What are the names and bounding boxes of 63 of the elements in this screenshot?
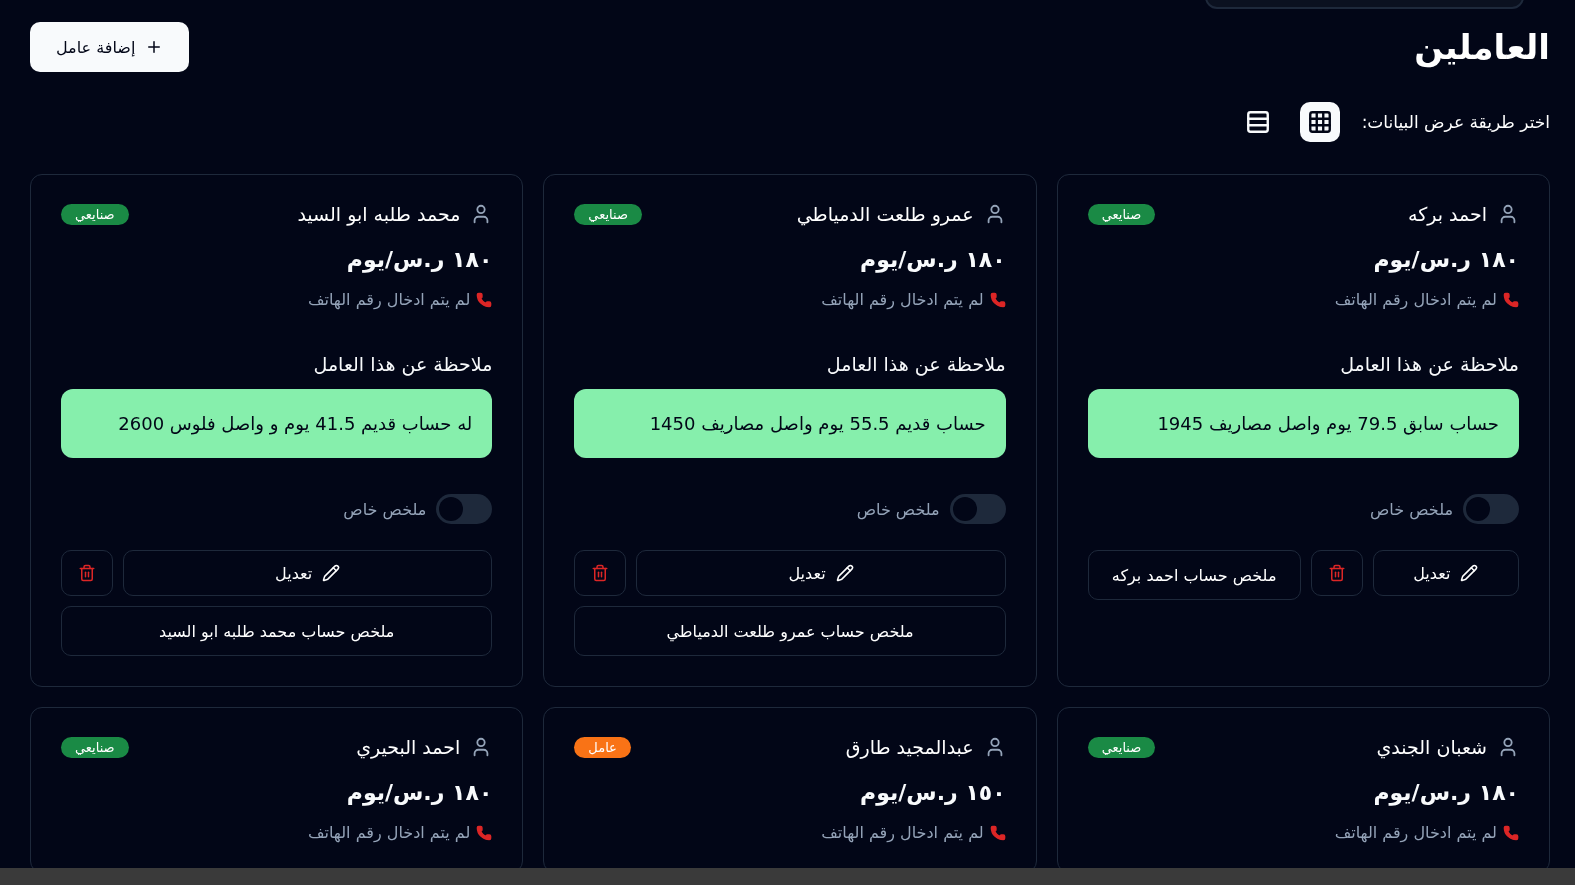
account-summary-button[interactable]: ملخص حساب احمد بركه	[1087, 550, 1301, 600]
worker-note: حساب قديم 55.5 يوم واصل مصاريف 1450	[574, 389, 1006, 458]
phone-icon	[476, 291, 493, 308]
phone-text: لم يتم ادخال رقم الهاتف	[1334, 823, 1497, 842]
summary-toggle[interactable]	[949, 494, 1006, 524]
trash-icon	[1327, 564, 1346, 582]
account-summary-button[interactable]: ملخص حساب محمد طلبه ابو السيد	[61, 606, 493, 656]
daily-wage: ١٨٠ ر.س/يوم	[1372, 247, 1519, 272]
worker-note: له حساب قديم 41.5 يوم و واصل فلوس 2600	[61, 389, 493, 458]
phone-icon	[1503, 291, 1519, 308]
daily-wage: ١٨٠ ر.س/يوم	[345, 780, 493, 805]
daily-wage: ١٨٠ ر.س/يوم	[345, 247, 493, 272]
pencil-icon	[835, 564, 854, 582]
phone-icon	[989, 291, 1006, 308]
note-title: ملاحظة عن هذا العامل	[312, 353, 493, 375]
edit-button[interactable]: تعديل	[636, 550, 1006, 596]
phone-icon	[989, 824, 1006, 841]
pencil-icon	[322, 564, 341, 582]
phone-text: لم يتم ادخال رقم الهاتف	[821, 290, 984, 309]
phone-text: لم يتم ادخال رقم الهاتف	[1334, 290, 1497, 309]
phone-text: لم يتم ادخال رقم الهاتف	[307, 290, 471, 309]
summary-toggle[interactable]	[1463, 494, 1519, 524]
role-tag: صنايعي	[1087, 203, 1156, 225]
worker-name: محمد طلبه ابو السيد	[297, 203, 461, 225]
role-tag: صنايعي	[61, 736, 129, 758]
delete-button[interactable]	[574, 550, 627, 596]
phone-icon	[476, 824, 493, 841]
worker-name: احمد البحيري	[356, 736, 461, 758]
edit-button[interactable]: تعديل	[123, 550, 493, 596]
trash-icon	[591, 564, 610, 582]
daily-wage: ١٥٠ ر.س/يوم	[859, 780, 1006, 805]
role-tag: صنايعي	[1087, 736, 1156, 758]
trash-icon	[78, 564, 96, 582]
delete-button[interactable]	[1310, 550, 1363, 596]
delete-button[interactable]	[61, 550, 113, 596]
summary-toggle[interactable]	[436, 494, 493, 524]
pencil-icon	[1460, 564, 1479, 582]
role-tag: عامل	[574, 736, 631, 758]
edit-button[interactable]: تعديل	[1372, 550, 1519, 596]
phone-icon	[1503, 824, 1519, 841]
worker-name: شعبان الجندي	[1376, 736, 1487, 758]
toggle-label: ملخص خاص	[856, 499, 940, 519]
list-icon	[1244, 109, 1271, 135]
daily-wage: ١٨٠ ر.س/يوم	[859, 247, 1006, 272]
note-title: ملاحظة عن هذا العامل	[825, 353, 1006, 375]
add-worker-button[interactable]: إضافة عامل	[30, 22, 190, 72]
account-summary-button[interactable]: ملخص حساب عمرو طلعت الدمياطي	[574, 606, 1006, 656]
worker-name: عبدالمجيد طارق	[845, 736, 974, 758]
phone-text: لم يتم ادخال رقم الهاتف	[307, 823, 471, 842]
toggle-label: ملخص خاص	[343, 499, 427, 519]
worker-name: احمد بركه	[1407, 203, 1487, 225]
role-tag: صنايعي	[574, 203, 642, 225]
daily-wage: ١٨٠ ر.س/يوم	[1372, 780, 1519, 805]
role-tag: صنايعي	[61, 203, 129, 225]
note-title: ملاحظة عن هذا العامل	[1339, 353, 1519, 375]
grid-icon	[1306, 109, 1333, 135]
view-mode-label: اختر طريقة عرض البيانات:	[1361, 112, 1550, 132]
toggle-label: ملخص خاص	[1370, 499, 1453, 519]
page-title: العاملين	[1414, 27, 1550, 67]
phone-text: لم يتم ادخال رقم الهاتف	[821, 823, 984, 842]
grid-view-button[interactable]	[1299, 102, 1340, 142]
worker-name: عمرو طلعت الدمياطي	[796, 203, 974, 225]
worker-note: حساب سابق 79.5 يوم واصل مصاريف 1945	[1087, 389, 1519, 458]
